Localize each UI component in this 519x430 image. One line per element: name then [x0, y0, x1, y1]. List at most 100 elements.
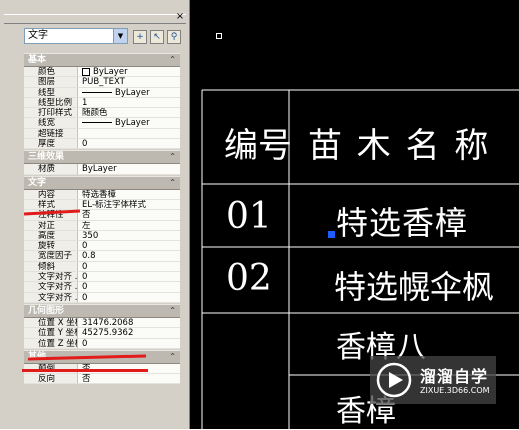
property-value[interactable]: 350 — [78, 230, 180, 242]
property-row[interactable]: 打印样式 随颜色 — [24, 108, 180, 119]
property-row[interactable]: 线型 ByLayer — [24, 87, 180, 98]
property-key: 旋转 — [24, 241, 78, 252]
chevron-down-icon[interactable]: ▼ — [113, 29, 127, 43]
property-row[interactable]: 图层 PUB_TEXT — [24, 77, 180, 88]
property-value[interactable]: 0 — [78, 241, 180, 252]
section-header[interactable]: 三维效果 ⌃ — [24, 150, 180, 165]
collapse-chevron-icon[interactable]: ⌃ — [169, 151, 176, 163]
insertion-grip[interactable] — [328, 231, 335, 238]
property-value[interactable]: ByLayer — [78, 67, 180, 78]
property-row[interactable]: 反向否 — [24, 374, 180, 385]
property-value-text: ByLayer — [82, 164, 117, 175]
quick-select-button[interactable]: ⚲ — [167, 30, 181, 44]
property-key: 倾斜 — [24, 261, 78, 273]
property-row[interactable]: 高度 350 — [24, 230, 180, 242]
property-key: 文字对齐 ... — [24, 272, 78, 283]
property-key: 内容 — [24, 189, 78, 200]
collapse-chevron-icon[interactable]: ⌃ — [169, 177, 176, 189]
property-value-text: 0 — [82, 292, 88, 303]
line-sample-icon — [82, 91, 112, 93]
property-value[interactable]: 0 — [78, 338, 180, 349]
property-row[interactable]: 线宽 ByLayer — [24, 118, 180, 129]
property-row[interactable]: 内容 特选香樟 — [24, 189, 180, 200]
palette-drag-handle[interactable] — [4, 14, 186, 24]
property-key: 颜色 — [24, 67, 78, 78]
property-row[interactable]: 线型比例 1 — [24, 97, 180, 109]
property-key: 高度 — [24, 230, 78, 242]
property-value-text: 否 — [82, 210, 91, 221]
property-value[interactable]: EL-标注字体样式 — [78, 199, 180, 211]
property-key: 反向 — [24, 374, 78, 385]
property-value[interactable]: 左 — [78, 220, 180, 231]
select-objects-button[interactable]: ↖ — [150, 30, 164, 44]
section-header[interactable]: 文字 ⌃ — [24, 175, 180, 190]
row-number-02: 02 — [226, 258, 272, 299]
header-plant-name: 苗 木 名 称 — [308, 126, 491, 166]
property-row[interactable]: 位置 Z 坐标 0 — [24, 338, 180, 349]
property-key: 打印样式 — [24, 108, 78, 119]
row-number-01: 01 — [226, 196, 272, 237]
property-key: 样式 — [24, 199, 78, 211]
property-value[interactable]: 否 — [78, 210, 180, 221]
select-objects-icon: ↖ — [153, 32, 161, 42]
property-value-text: 31476.2068 — [82, 317, 134, 328]
close-icon[interactable]: × — [175, 12, 185, 22]
property-value[interactable]: 0 — [78, 292, 180, 303]
property-key: 线型比例 — [24, 97, 78, 109]
property-row[interactable]: 文字对齐 ... 0 — [24, 272, 180, 283]
property-value[interactable]: 31476.2068 — [78, 317, 180, 329]
property-key: 文字对齐 ... — [24, 292, 78, 303]
property-row[interactable]: 文字对齐 ... 0 — [24, 282, 180, 293]
object-type-value: 文字 — [28, 30, 48, 41]
property-row[interactable]: 颜色 ByLayer — [24, 67, 180, 78]
property-value[interactable]: 0 — [78, 139, 180, 150]
property-row[interactable]: 旋转 0 — [24, 241, 180, 252]
property-value[interactable]: 1 — [78, 97, 180, 109]
collapse-chevron-icon[interactable]: ⌃ — [169, 351, 176, 363]
property-key: 宽度因子 — [24, 251, 78, 262]
property-value-text: EL-标注字体样式 — [82, 199, 147, 210]
property-row[interactable]: 厚度 0 — [24, 139, 180, 150]
section-title: 三维效果 — [28, 152, 65, 163]
collapse-chevron-icon[interactable]: ⌃ — [169, 54, 176, 66]
property-value[interactable]: 0 — [78, 272, 180, 283]
watermark-title: 溜溜自学 — [420, 367, 489, 386]
row-name-01-selected[interactable]: 特选香樟 — [336, 198, 468, 244]
property-value[interactable]: 0.8 — [78, 251, 180, 262]
property-value[interactable]: 特选香樟 — [78, 189, 180, 200]
property-row[interactable]: 位置 X 坐标 31476.2068 — [24, 317, 180, 329]
property-row[interactable]: 样式 EL-标注字体样式 — [24, 199, 180, 211]
property-value[interactable]: ByLayer — [78, 118, 180, 129]
property-row[interactable]: 位置 Y 坐标 45275.9362 — [24, 328, 180, 339]
property-value-text: 左 — [82, 220, 91, 231]
toggle-pickadd-button[interactable]: + — [133, 30, 147, 44]
property-value[interactable]: 否 — [78, 374, 180, 385]
property-key: 厚度 — [24, 139, 78, 150]
object-type-select[interactable]: 文字 ▼ — [24, 28, 128, 44]
property-row[interactable]: 超链接 — [24, 128, 180, 140]
section-header[interactable]: 几何图形 ⌃ — [24, 303, 180, 318]
property-value[interactable]: 随颜色 — [78, 108, 180, 119]
property-value[interactable]: 0 — [78, 261, 180, 273]
property-value-text: 0 — [82, 241, 88, 252]
property-value[interactable]: 45275.9362 — [78, 328, 180, 339]
property-value-text: 45275.9362 — [82, 328, 134, 339]
property-row[interactable]: 文字对齐 ... 0 — [24, 292, 180, 303]
property-value-text: ByLayer — [93, 67, 128, 77]
property-key: 超链接 — [24, 128, 78, 140]
property-value[interactable]: ByLayer — [78, 164, 180, 175]
property-value-text: 1 — [82, 97, 88, 108]
property-value[interactable]: 0 — [78, 282, 180, 293]
property-row[interactable]: 材质 ByLayer — [24, 164, 180, 175]
property-value-text: 0 — [82, 272, 88, 283]
property-value[interactable]: ByLayer — [78, 87, 180, 98]
property-row[interactable]: 宽度因子 0.8 — [24, 251, 180, 262]
property-row[interactable]: 倾斜 0 — [24, 261, 180, 273]
red-annotation-mark — [22, 369, 148, 372]
property-row[interactable]: 对正左 — [24, 220, 180, 231]
section-header[interactable]: 基本 ⌃ — [24, 53, 180, 67]
property-value[interactable]: PUB_TEXT — [78, 77, 180, 88]
property-value[interactable] — [78, 128, 180, 140]
collapse-chevron-icon[interactable]: ⌃ — [169, 305, 176, 317]
property-value-text: ByLayer — [115, 87, 150, 98]
